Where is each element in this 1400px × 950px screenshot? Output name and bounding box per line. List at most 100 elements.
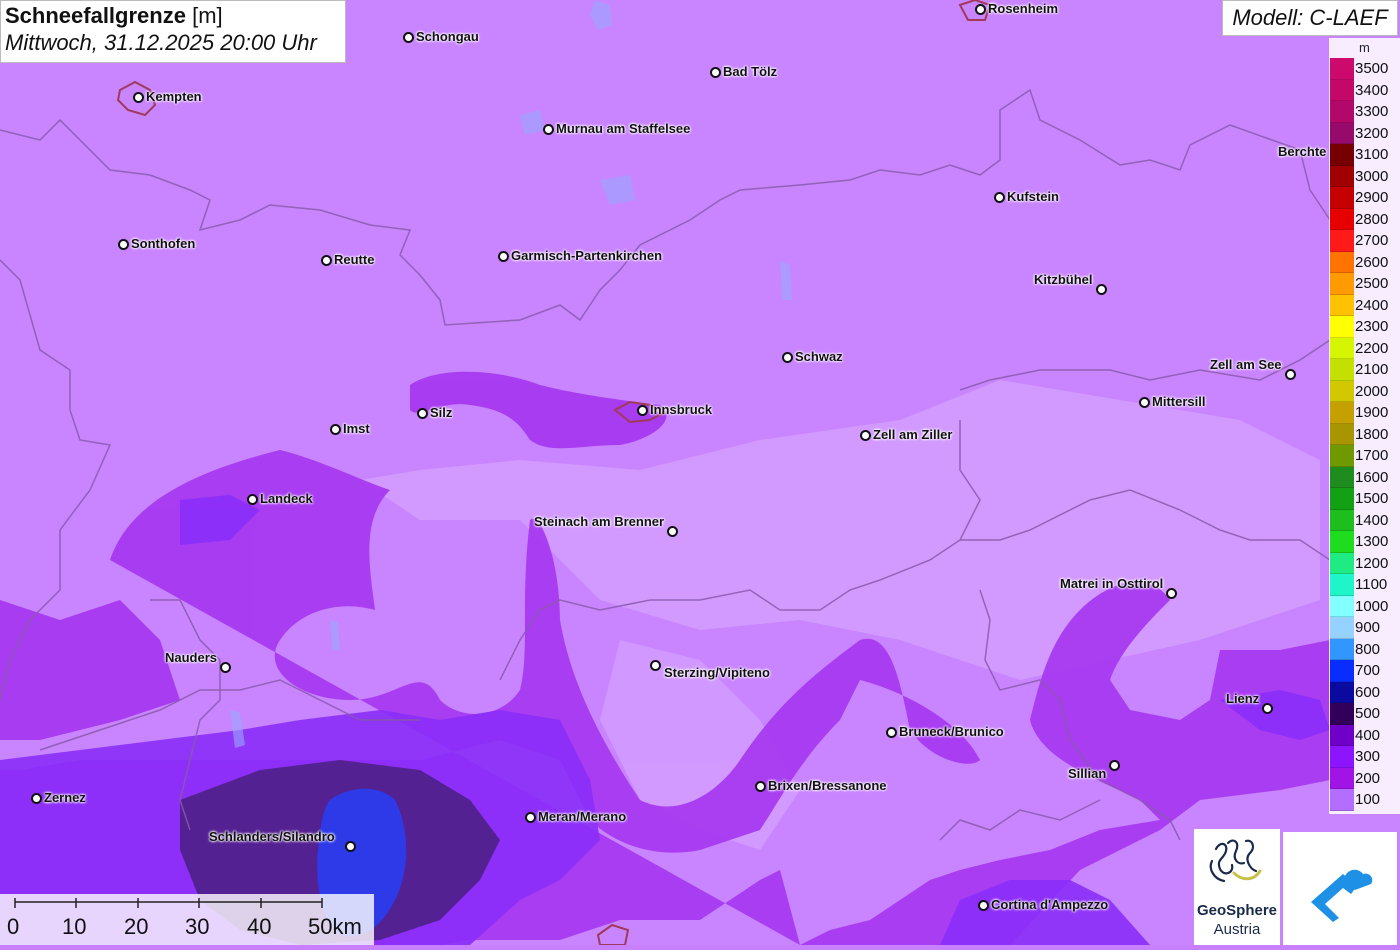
legend-item: 2000 bbox=[1329, 380, 1400, 402]
snowfall-line-map bbox=[0, 0, 1400, 945]
legend-label: 2500 bbox=[1355, 275, 1389, 292]
legend-item: 3100 bbox=[1329, 144, 1400, 166]
legend-item: 1900 bbox=[1329, 402, 1400, 424]
legend-swatch bbox=[1330, 251, 1354, 273]
legend-label: 2200 bbox=[1355, 339, 1389, 357]
city-label: Matrei in Osttirol bbox=[1060, 576, 1164, 591]
city-marker-icon bbox=[220, 662, 231, 673]
city-label: Schwaz bbox=[795, 349, 843, 364]
legend-item: 600 bbox=[1329, 681, 1400, 703]
city-label: Mittersill bbox=[1152, 394, 1206, 409]
legend-item: 300 bbox=[1329, 746, 1400, 768]
city-label: Silz bbox=[430, 405, 453, 420]
city-marker-icon bbox=[1139, 397, 1150, 408]
scale-label-40: 40 bbox=[247, 914, 272, 939]
legend-item: 3200 bbox=[1329, 122, 1400, 144]
legend-item: 900 bbox=[1329, 617, 1400, 639]
legend-swatch bbox=[1330, 445, 1354, 467]
city-marker-icon bbox=[886, 727, 897, 738]
city-label: Garmisch-Partenkirchen bbox=[511, 248, 663, 263]
legend-unit: m bbox=[1359, 40, 1370, 55]
scale-label-20: 20 bbox=[124, 914, 149, 939]
legend-item: 3500 bbox=[1329, 58, 1400, 80]
legend-swatch bbox=[1330, 101, 1354, 123]
legend-swatch bbox=[1330, 79, 1354, 101]
city-marker-icon bbox=[978, 900, 989, 911]
legend-label: 3000 bbox=[1355, 167, 1389, 185]
legend-label: 2100 bbox=[1355, 361, 1389, 378]
city-marker-icon bbox=[1166, 588, 1177, 599]
geosphere-logo[interactable]: GeoSphere Austria bbox=[1194, 829, 1280, 945]
city-label: Brixen/Bressanone bbox=[768, 778, 887, 793]
legend-item: 2100 bbox=[1329, 359, 1400, 381]
legend-item: 200 bbox=[1329, 767, 1400, 789]
city-label: Zernez bbox=[44, 790, 86, 805]
legend-swatch bbox=[1330, 617, 1354, 639]
legend-swatch bbox=[1330, 423, 1354, 445]
legend-item: 2900 bbox=[1329, 187, 1400, 209]
city-marker-icon bbox=[247, 494, 258, 505]
legend-item: 1700 bbox=[1329, 445, 1400, 467]
legend-label: 600 bbox=[1355, 683, 1381, 701]
city-label: Murnau am Staffelsee bbox=[556, 121, 691, 136]
legend-swatch bbox=[1330, 638, 1354, 660]
legend-label: 1300 bbox=[1355, 533, 1389, 550]
legend-label: 300 bbox=[1355, 748, 1381, 765]
legend-label: 2900 bbox=[1355, 189, 1389, 206]
legend-label: 2300 bbox=[1355, 318, 1389, 335]
legend-swatch bbox=[1330, 767, 1354, 789]
legend-label: 3500 bbox=[1355, 60, 1389, 77]
legend-item: 500 bbox=[1329, 703, 1400, 725]
city-label: Berchte bbox=[1278, 144, 1327, 159]
city-label: Kempten bbox=[146, 89, 202, 104]
city-label: Rosenheim bbox=[988, 1, 1059, 16]
legend-item: 2700 bbox=[1329, 230, 1400, 252]
city-marker-icon bbox=[1109, 760, 1120, 771]
legend-swatch bbox=[1330, 122, 1354, 144]
legend-item: 2300 bbox=[1329, 316, 1400, 338]
legend-item: 1500 bbox=[1329, 488, 1400, 510]
legend-item: 400 bbox=[1329, 724, 1400, 746]
legend-swatch bbox=[1330, 230, 1354, 252]
legend-swatch bbox=[1330, 273, 1354, 295]
legend-label: 1200 bbox=[1355, 554, 1389, 572]
weather-app-logo[interactable] bbox=[1283, 832, 1397, 945]
scale-label-50km: 50km bbox=[308, 914, 362, 939]
legend-label: 2700 bbox=[1355, 232, 1389, 249]
legend-item: 2500 bbox=[1329, 273, 1400, 295]
legend-item: 1100 bbox=[1329, 574, 1400, 596]
city-marker-icon bbox=[860, 430, 871, 441]
legend-swatch bbox=[1330, 703, 1354, 725]
city-marker-icon bbox=[345, 841, 356, 852]
city-marker-icon bbox=[637, 405, 648, 416]
map-title: Schneefallgrenze [m] bbox=[5, 3, 341, 29]
legend-item: 2800 bbox=[1329, 208, 1400, 230]
city-label: Meran/Merano bbox=[538, 809, 627, 824]
legend-swatch bbox=[1330, 552, 1354, 574]
legend-item: 700 bbox=[1329, 660, 1400, 682]
legend-swatch bbox=[1330, 574, 1354, 596]
legend-swatch bbox=[1330, 294, 1354, 316]
legend-swatch bbox=[1330, 681, 1354, 703]
city-marker-icon bbox=[525, 812, 536, 823]
legend-swatch bbox=[1330, 144, 1354, 166]
scale-label-30: 30 bbox=[185, 914, 210, 939]
legend-label: 200 bbox=[1355, 769, 1381, 787]
city-marker-icon bbox=[498, 251, 509, 262]
city-label: Nauders bbox=[165, 650, 218, 665]
legend-item: 1300 bbox=[1329, 531, 1400, 553]
legend-item: 3300 bbox=[1329, 101, 1400, 123]
legend-item: 2600 bbox=[1329, 251, 1400, 273]
city-label: Schongau bbox=[416, 29, 479, 44]
legend-swatch bbox=[1330, 359, 1354, 381]
legend-label: 1600 bbox=[1355, 468, 1389, 486]
legend-swatch bbox=[1330, 595, 1354, 617]
city-marker-icon bbox=[321, 255, 332, 266]
city-marker-icon bbox=[650, 660, 661, 671]
title-box: Schneefallgrenze [m] Mittwoch, 31.12.202… bbox=[0, 0, 346, 63]
geosphere-emblem-icon bbox=[1209, 839, 1262, 883]
legend-label: 1900 bbox=[1355, 404, 1389, 421]
city-marker-icon bbox=[755, 781, 766, 792]
color-legend: m 3500 3400 3300 3200 3100 3000 2900 2800 2700 26… bbox=[1329, 38, 1400, 814]
scale-label-0: 0 bbox=[7, 914, 20, 939]
